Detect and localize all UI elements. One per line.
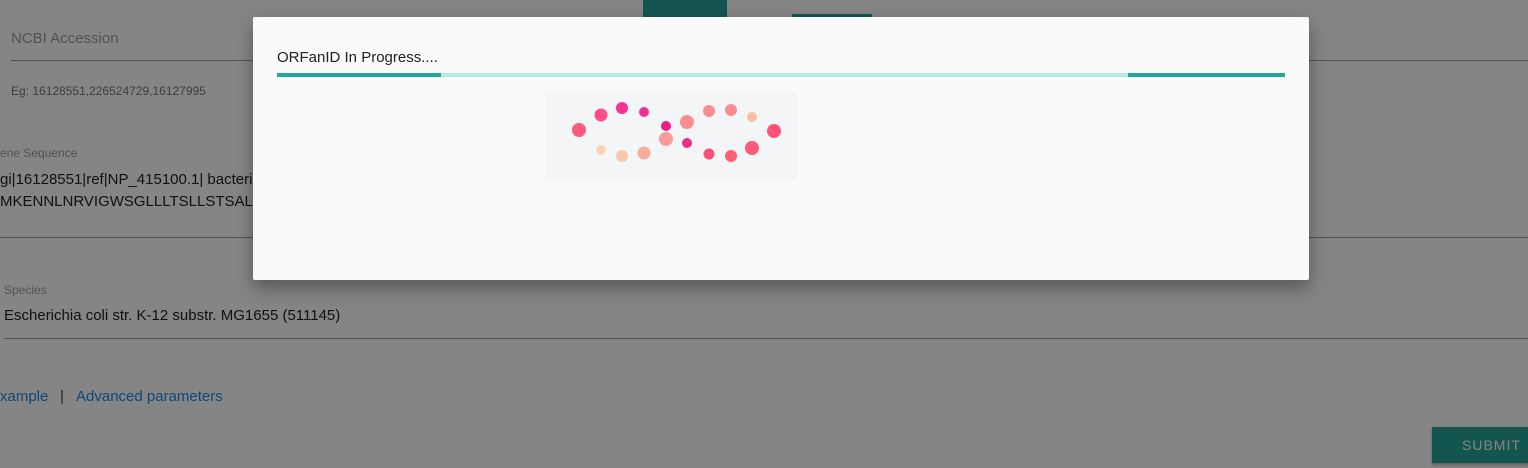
loading-dot [616,102,628,114]
progress-bar [277,73,1285,77]
loading-dot [767,124,781,138]
loading-dot [747,112,757,122]
loading-dot [745,141,759,155]
loading-dot [596,145,606,155]
loading-dot [703,105,715,117]
loading-dot [725,150,737,162]
progress-bar-fill [277,73,442,77]
loading-dot [616,150,628,162]
modal-title: ORFanID In Progress.... [277,49,438,66]
progress-bar-fill [1127,73,1285,77]
loading-dot [572,123,586,137]
loading-dot [682,138,692,148]
loading-dot [703,148,715,160]
loading-dot [661,121,671,131]
loading-dot [639,107,649,117]
progress-modal: ORFanID In Progress.... [253,17,1309,280]
loading-dot [725,104,737,116]
loading-dot [659,132,673,146]
loading-dots-animation [546,92,797,180]
page: NCBI Accession Eg: 16128551,226524729,16… [0,0,1528,468]
loading-dots-icon [572,102,781,162]
loading-dot [594,108,608,122]
loading-dot [680,115,694,129]
loading-dot [637,146,651,160]
